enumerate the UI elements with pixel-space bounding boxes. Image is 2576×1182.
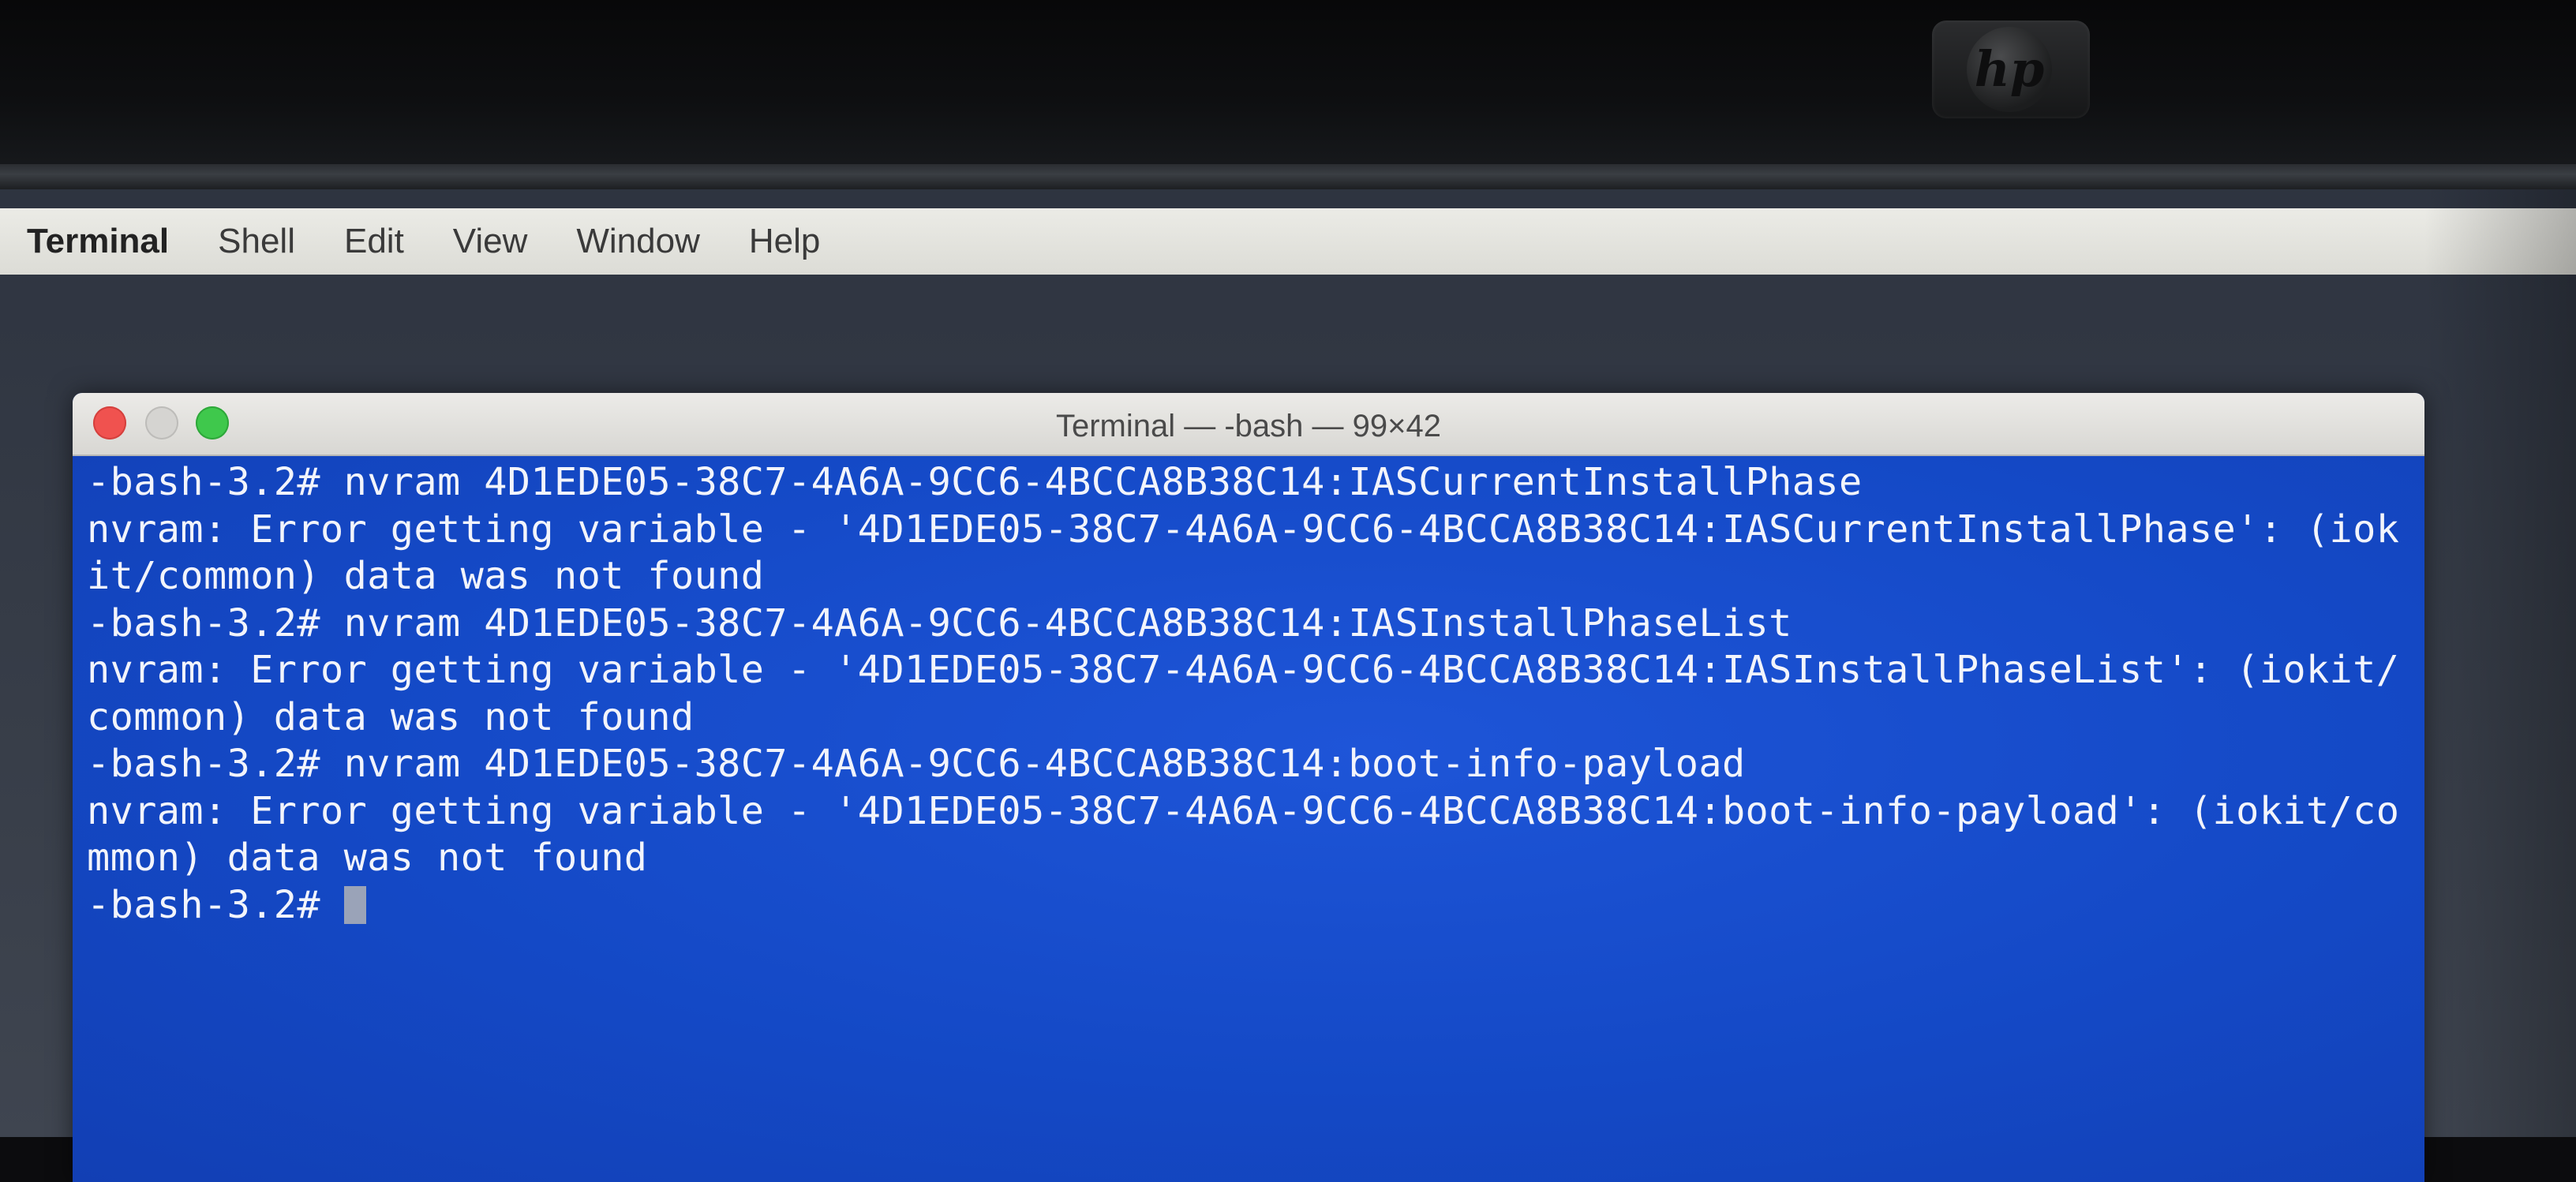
text-cursor [343, 885, 366, 924]
menu-shell[interactable]: Shell [218, 222, 295, 261]
close-window-button[interactable] [93, 406, 126, 440]
terminal-line: -bash-3.2# nvram 4D1EDE05-38C7-4A6A-9CC6… [87, 742, 1746, 786]
hp-logo: hp [1932, 21, 2090, 118]
terminal-line: common) data was not found [87, 694, 695, 739]
hp-logo-mark: hp [1967, 27, 2052, 112]
window-title: Terminal — -bash — 99×42 [1055, 409, 1441, 443]
terminal-window: Terminal — -bash — 99×42 -bash-3.2# nvra… [73, 393, 2424, 1182]
zoom-window-button[interactable] [196, 406, 229, 440]
terminal-line: -bash-3.2# nvram 4D1EDE05-38C7-4A6A-9CC6… [87, 460, 1863, 504]
terminal-line: nvram: Error getting variable - '4D1EDE0… [87, 788, 2400, 833]
terminal-prompt-line[interactable]: -bash-3.2# [87, 882, 2424, 930]
menu-bar: Terminal Shell Edit View Window Help [0, 208, 2576, 275]
terminal-line: nvram: Error getting variable - '4D1EDE0… [87, 507, 2400, 552]
menu-help[interactable]: Help [749, 222, 821, 261]
desktop-screen: Terminal Shell Edit View Window Help Ter… [0, 189, 2576, 1182]
terminal-prompt: -bash-3.2# [87, 882, 344, 927]
menu-edit[interactable]: Edit [344, 222, 404, 261]
terminal-line: nvram: Error getting variable - '4D1EDE0… [87, 648, 2400, 692]
window-titlebar[interactable]: Terminal — -bash — 99×42 [73, 393, 2424, 456]
terminal-line: mmon) data was not found [87, 836, 648, 880]
terminal-line: -bash-3.2# nvram 4D1EDE05-38C7-4A6A-9CC6… [87, 600, 1792, 645]
monitor-bezel-edge [0, 164, 2576, 189]
terminal-line: it/common) data was not found [87, 554, 765, 598]
minimize-window-button[interactable] [145, 406, 178, 440]
menu-window[interactable]: Window [576, 222, 700, 261]
menu-view[interactable]: View [453, 222, 528, 261]
menu-terminal[interactable]: Terminal [27, 222, 169, 261]
terminal-output[interactable]: -bash-3.2# nvram 4D1EDE05-38C7-4A6A-9CC6… [73, 456, 2424, 1182]
monitor-bezel [0, 0, 2576, 170]
